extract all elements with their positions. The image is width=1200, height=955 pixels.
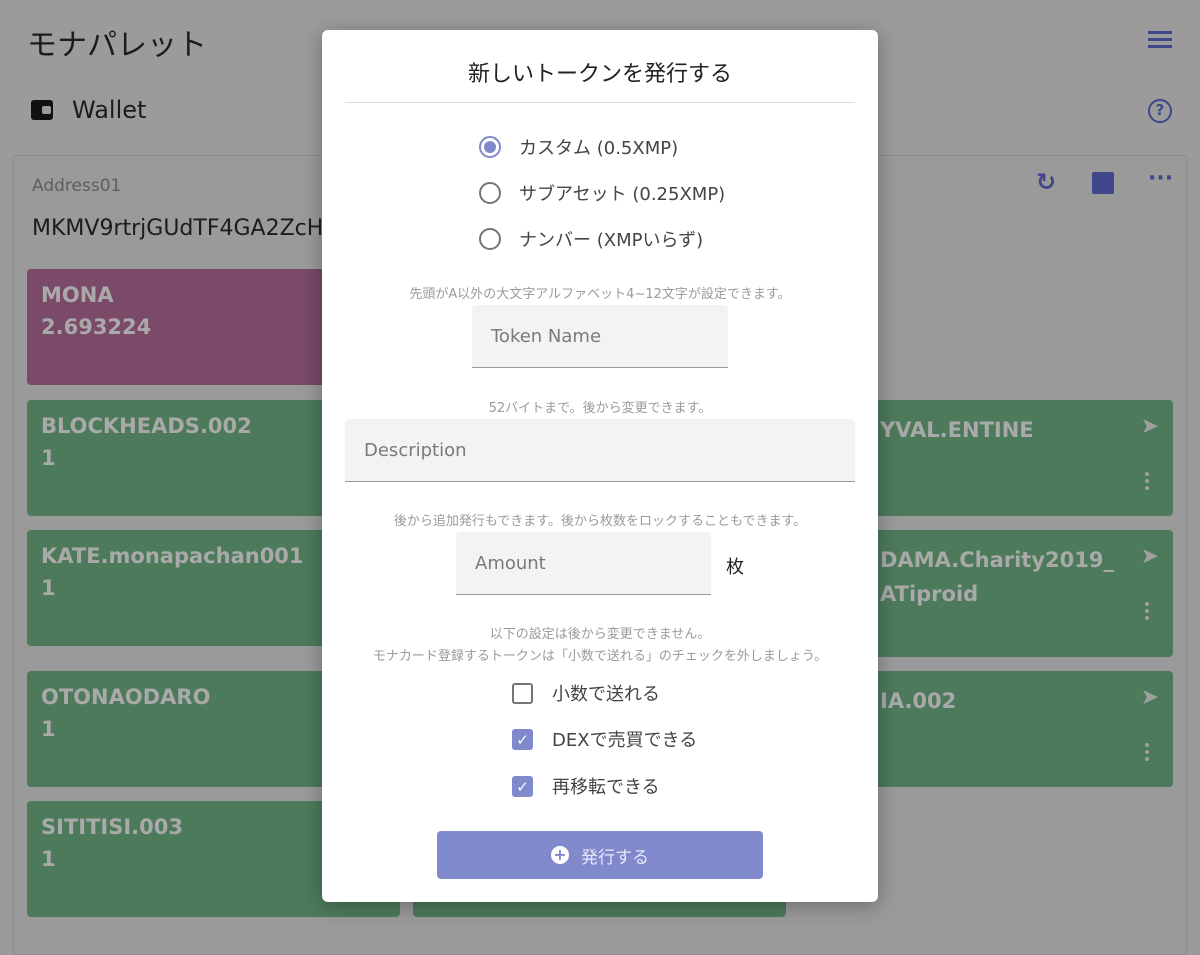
refresh-icon[interactable]: ↻: [1036, 168, 1056, 196]
issue-token-dialog: 新しいトークンを発行する カスタム (0.5XMP) サブアセット (0.25X…: [322, 30, 878, 902]
hamburger-menu-icon[interactable]: [1148, 31, 1172, 49]
checkbox-transferable[interactable]: ✓ 再移転できる: [512, 773, 660, 799]
radio-number[interactable]: ナンバー (XMPいらず): [479, 226, 703, 252]
token-name-hint: 先頭がA以外の大文字アルファベット4~12文字が設定できます。: [409, 287, 791, 302]
send-icon[interactable]: ➤: [1141, 414, 1159, 439]
amount-input[interactable]: Amount: [456, 532, 711, 595]
app-title: モナパレット: [27, 28, 207, 63]
checkbox-label: 小数で送れる: [552, 684, 660, 705]
issue-button-label: 発行する: [581, 847, 649, 868]
description-input[interactable]: Description: [345, 419, 855, 482]
radio-label: カスタム (0.5XMP): [519, 138, 679, 159]
dialog-title: 新しいトークンを発行する: [467, 62, 732, 87]
token-name: DAMA.Charity2019_: [880, 548, 1114, 572]
address-label: Address01: [32, 176, 122, 196]
image-icon[interactable]: [1092, 172, 1114, 194]
more-vert-icon[interactable]: [1145, 743, 1149, 764]
settings-hint-monacard: モナカード登録するトークンは「小数で送れる」のチェックを外しましょう。: [372, 649, 828, 664]
description-hint: 52バイトまで。後から変更できます。: [488, 401, 712, 416]
amount-unit: 枚: [726, 557, 744, 578]
checkbox-label: DEXで売買できる: [552, 730, 698, 751]
checkbox-checked-icon[interactable]: ✓: [512, 728, 533, 750]
radio-label: サブアセット (0.25XMP): [519, 184, 726, 205]
wallet-icon: [31, 100, 53, 120]
checkbox-unchecked-icon[interactable]: [512, 682, 533, 704]
radio-subasset[interactable]: サブアセット (0.25XMP): [479, 180, 725, 206]
more-vert-icon[interactable]: [1145, 472, 1149, 493]
amount-hint: 後から追加発行もできます。後から枚数をロックすることもできます。: [393, 514, 807, 529]
section-title: Wallet: [72, 96, 147, 124]
token-name-line2: ATiproid: [880, 582, 979, 606]
settings-hint: 以下の設定は後から変更できません。: [489, 627, 711, 642]
checkbox-dex[interactable]: ✓ DEXで売買できる: [512, 726, 697, 752]
address-value[interactable]: MKMV9rtrjGUdTF4GA2ZcH: [32, 216, 323, 241]
more-vert-icon[interactable]: [1145, 602, 1149, 623]
radio-custom[interactable]: カスタム (0.5XMP): [479, 134, 678, 160]
radio-label: ナンバー (XMPいらず): [519, 230, 704, 251]
token-name-input[interactable]: Token Name: [472, 305, 728, 368]
send-icon[interactable]: ➤: [1141, 685, 1159, 710]
issue-button[interactable]: + 発行する: [437, 831, 763, 879]
radio-unchecked-icon[interactable]: [479, 182, 501, 204]
divider: [345, 102, 855, 103]
token-name: YVAL.ENTINE: [880, 418, 1034, 442]
plus-circle-icon: +: [551, 846, 569, 864]
radio-unchecked-icon[interactable]: [479, 228, 501, 250]
send-icon[interactable]: ➤: [1141, 544, 1159, 569]
more-horiz-icon[interactable]: ···: [1148, 166, 1173, 191]
checkbox-divisible[interactable]: 小数で送れる: [512, 680, 660, 706]
checkbox-label: 再移転できる: [552, 777, 660, 798]
radio-checked-icon[interactable]: [479, 136, 501, 158]
help-circle-icon[interactable]: ?: [1148, 99, 1172, 123]
token-name: IA.002: [880, 689, 957, 713]
checkbox-checked-icon[interactable]: ✓: [512, 775, 533, 797]
